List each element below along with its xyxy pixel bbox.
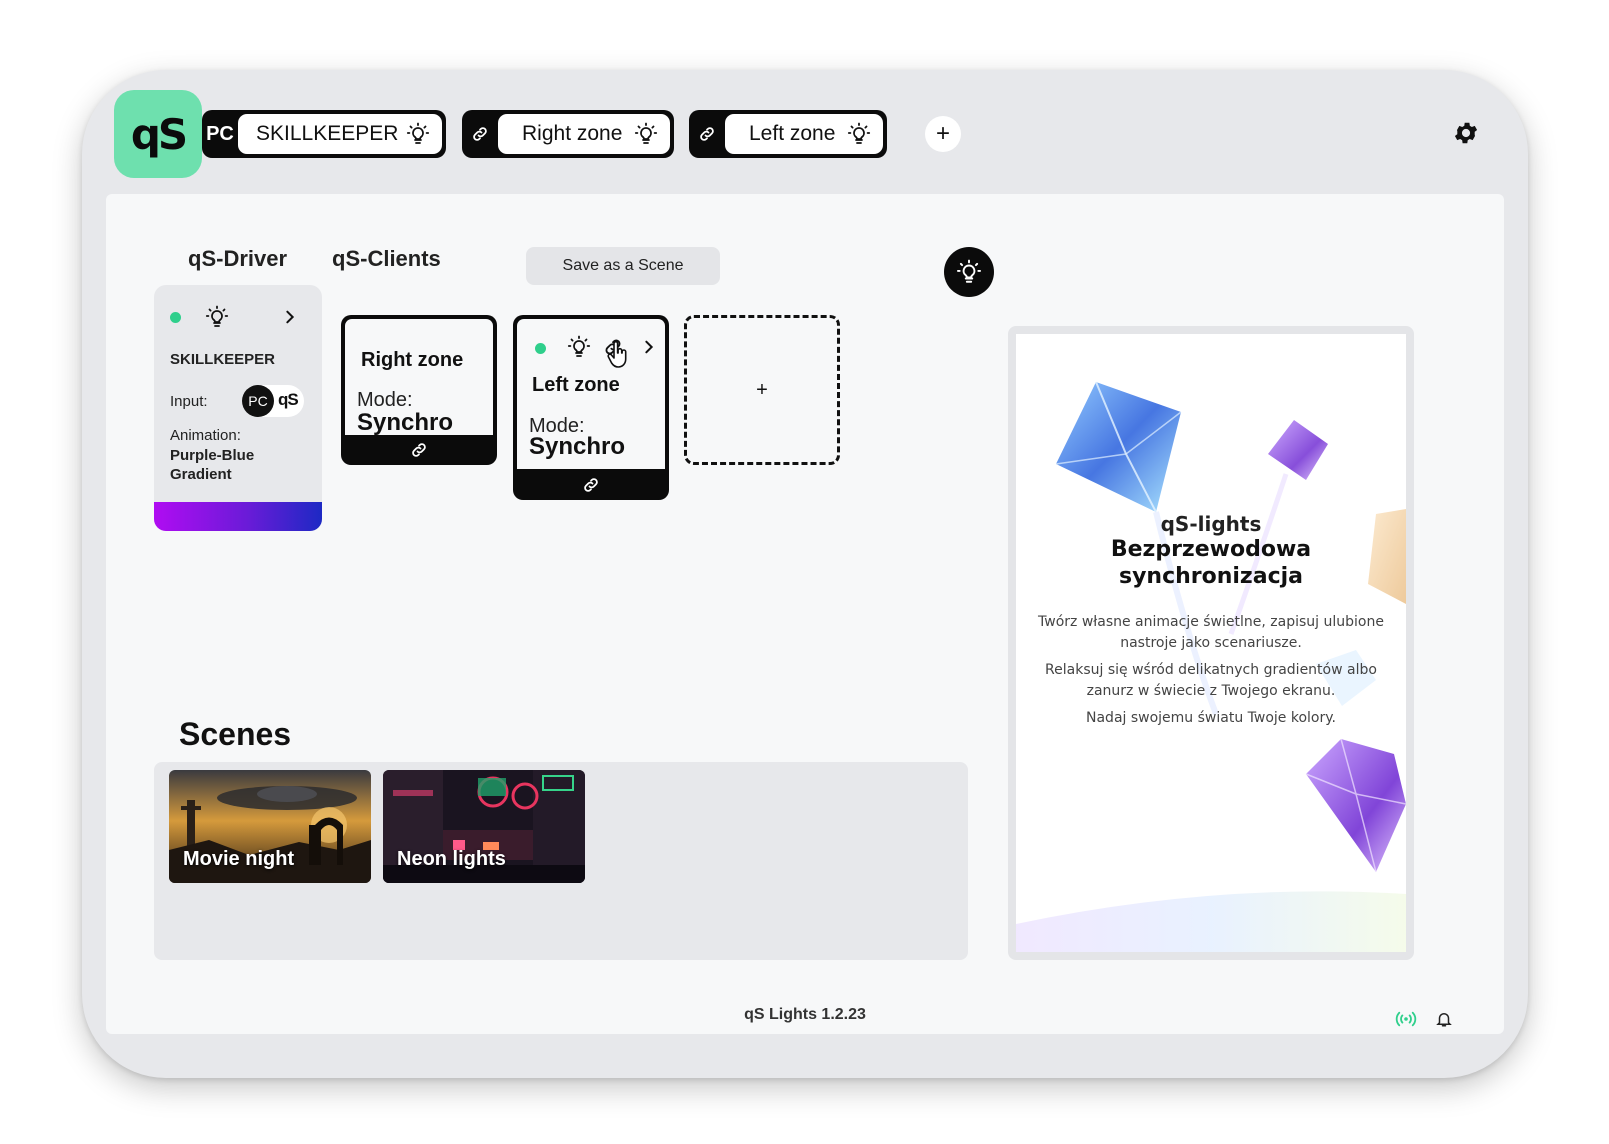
wireless-signal-icon[interactable] — [1395, 1010, 1417, 1033]
client-title: Left zone — [532, 374, 620, 396]
client-card-left-zone[interactable]: Left zone Mode: Synchro — [513, 315, 669, 500]
link-icon[interactable] — [341, 435, 497, 465]
bulb-icon[interactable] — [847, 122, 871, 146]
link-icon — [462, 110, 498, 158]
pc-badge: PC — [206, 122, 234, 145]
app-version: qS Lights 1.2.23 — [744, 1006, 866, 1023]
scenes-list: Movie night Neon lights — [154, 762, 968, 960]
bulb-icon[interactable] — [567, 335, 591, 359]
animation-gradient-preview — [154, 502, 322, 531]
main-panel: qS-Driver qS-Clients Save as a Scene SKI… — [106, 194, 1504, 1034]
tab-qs-clients[interactable]: qS-Clients — [332, 246, 441, 272]
status-dot — [535, 343, 546, 354]
add-zone-button[interactable]: + — [925, 116, 961, 152]
bell-icon[interactable] — [1435, 1010, 1453, 1033]
promo-headline: Bezprzewodowa synchronizacja — [1110, 537, 1312, 589]
bulb-icon[interactable] — [634, 122, 658, 146]
tab-label: Right zone — [522, 122, 623, 145]
tab-right-zone[interactable]: Right zone — [462, 110, 674, 158]
link-icon[interactable] — [513, 469, 669, 500]
tab-skillkeeper[interactable]: PC SKILLKEEPER — [202, 110, 446, 158]
client-card-right-zone[interactable]: Right zone Mode: Synchro — [341, 315, 497, 465]
tab-left-zone[interactable]: Left zone — [689, 110, 887, 158]
bulb-icon — [956, 259, 982, 283]
gear-icon[interactable] — [1452, 119, 1480, 152]
driver-card[interactable]: SKILLKEEPER Input: PC qS Animation: Purp… — [154, 285, 322, 531]
bulb-icon[interactable] — [406, 122, 430, 146]
animation-value: Purple-Blue Gradient — [170, 447, 255, 483]
chevron-right-icon[interactable] — [641, 339, 657, 355]
promo-paragraph: Nadaj swojemu światu Twoje kolory. — [1086, 710, 1336, 726]
global-light-button[interactable] — [944, 247, 994, 297]
promo-paragraph: Relaksuj się wśród delikatnych gradientó… — [1045, 662, 1377, 699]
promo-brand: qS-lights — [1160, 512, 1262, 536]
app-logo: qS — [114, 90, 202, 178]
input-label: Input: — [170, 393, 208, 410]
hand-cursor-icon — [607, 341, 627, 368]
client-mode-value: Synchro — [357, 409, 454, 436]
driver-name: SKILLKEEPER — [170, 351, 276, 368]
scene-neon-lights[interactable]: Neon lights — [383, 770, 585, 883]
animation-label: Animation: — [170, 427, 241, 444]
status-dot — [170, 312, 181, 323]
tab-label: SKILLKEEPER — [256, 122, 399, 145]
app-window: qS PC SKILLKEEPER Right zone Left zone +… — [82, 70, 1528, 1078]
client-title: Right zone — [361, 349, 464, 371]
tab-label: Left zone — [749, 122, 836, 145]
scene-label: Movie night — [183, 848, 295, 870]
input-pc-option[interactable]: PC — [242, 385, 274, 417]
scene-label: Neon lights — [397, 848, 506, 870]
scenes-heading: Scenes — [179, 716, 292, 752]
link-icon — [689, 110, 725, 158]
add-client-button[interactable]: + — [684, 315, 840, 465]
promo-paragraph: Twórz własne animacje świetlne, zapisuj … — [1038, 614, 1384, 651]
input-selector[interactable]: PC qS — [242, 385, 304, 417]
logo-text: qS — [130, 109, 188, 159]
save-as-scene-button[interactable]: Save as a Scene — [526, 247, 720, 285]
scene-movie-night[interactable]: Movie night — [169, 770, 371, 883]
tab-qs-driver[interactable]: qS-Driver — [188, 246, 287, 272]
input-qs-option[interactable]: qS — [278, 390, 299, 410]
client-mode-value: Synchro — [529, 433, 626, 460]
chevron-right-icon[interactable] — [282, 309, 298, 325]
promo-frame: qS-lights Bezprzewodowa synchronizacja T… — [1008, 326, 1414, 960]
promo-card: qS-lights Bezprzewodowa synchronizacja T… — [1016, 334, 1406, 952]
bulb-icon[interactable] — [205, 305, 229, 329]
